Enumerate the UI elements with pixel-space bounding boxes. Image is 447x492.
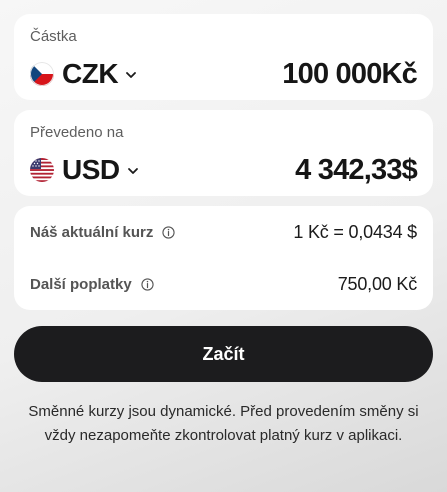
- converted-label: Převedeno na: [30, 124, 124, 141]
- fees-value: 750,00 Kč: [337, 273, 417, 294]
- info-icon[interactable]: [162, 225, 176, 239]
- amount-input[interactable]: [197, 57, 417, 91]
- disclaimer-text: Směnné kurzy jsou dynamické. Před proved…: [28, 403, 419, 444]
- chevron-down-icon: [126, 72, 136, 78]
- fees-row: Další poplatky 750,00 Kč: [30, 258, 417, 310]
- converted-amount: 4 342,33$: [295, 153, 418, 186]
- converter-panel: Částka CZK Převedeno na: [14, 14, 433, 448]
- czech-flag-icon: [30, 62, 54, 86]
- amount-row: CZK: [30, 54, 417, 94]
- rate-label-group: Náš aktuální kurz: [30, 223, 176, 241]
- rate-label: Náš aktuální kurz: [30, 223, 154, 241]
- source-currency-code: CZK: [62, 58, 119, 89]
- us-flag-icon: [30, 158, 54, 182]
- converted-card: Převedeno na USD 4 342,33$: [14, 110, 433, 196]
- start-button[interactable]: Začít: [14, 326, 433, 382]
- target-currency-selector[interactable]: USD: [30, 154, 140, 186]
- rate-value: 1 Kč = 0,0434 $: [293, 221, 417, 242]
- target-currency-code: USD: [62, 154, 120, 185]
- info-icon[interactable]: [141, 277, 154, 291]
- rate-row: Náš aktuální kurz 1 Kč = 0,0434 $: [30, 206, 417, 258]
- source-currency-selector[interactable]: CZK: [30, 58, 138, 90]
- fees-label: Další poplatky: [30, 275, 132, 293]
- fees-label-group: Další poplatky: [30, 276, 154, 293]
- amount-label: Částka: [30, 28, 77, 45]
- chevron-down-icon: [127, 168, 138, 174]
- rate-info-card: Náš aktuální kurz 1 Kč = 0,0434 $ Další …: [14, 206, 433, 310]
- amount-card: Částka CZK: [14, 14, 433, 100]
- converted-row: USD 4 342,33$: [30, 150, 418, 190]
